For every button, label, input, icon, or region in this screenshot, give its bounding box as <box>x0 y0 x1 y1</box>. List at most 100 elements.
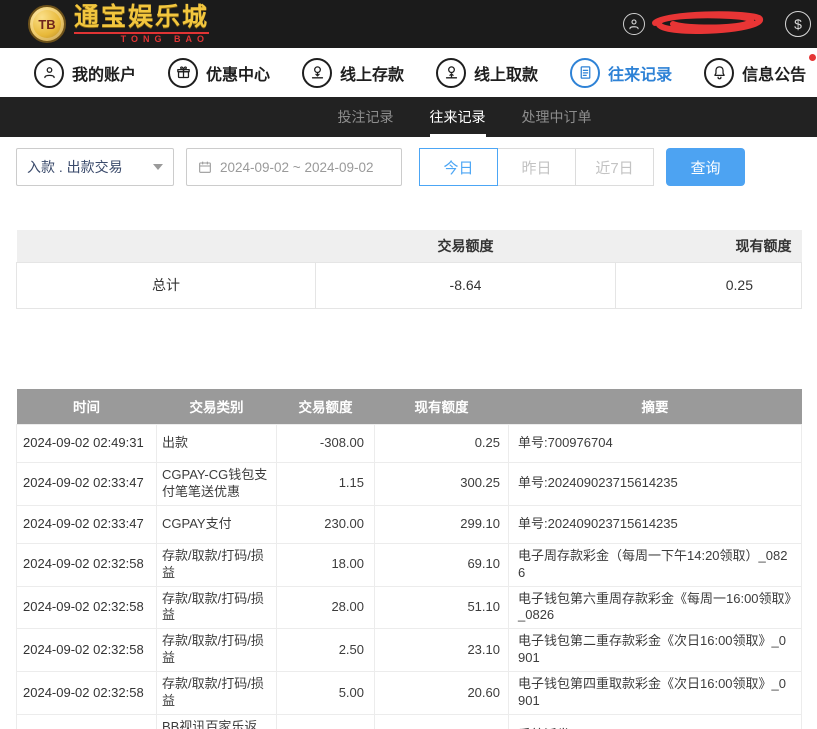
nav-item-announcements[interactable]: 信息公告 <box>704 58 806 88</box>
date-range-value: 2024-09-02 ~ 2024-09-02 <box>220 160 374 175</box>
cell-type: 存款/取款/打码/损益 <box>157 586 277 629</box>
nav-item-promotions[interactable]: 优惠中心 <box>168 58 270 88</box>
cell-summary: 电子钱包第二重存款彩金《次日16:00领取》_0901 <box>509 629 802 672</box>
records-icon <box>570 58 600 88</box>
cell-amount: -308.00 <box>277 425 375 463</box>
cell-amount: 2.50 <box>277 629 375 672</box>
sub-nav-tabs: 投注记录 往来记录 处理中订单 <box>338 97 592 137</box>
currency-dollar-icon[interactable]: $ <box>785 11 811 37</box>
table-row: 2024-09-02 02:32:58 存款/取款/打码/损益 18.00 69… <box>17 543 802 586</box>
cell-time: 2024-09-02 02:08:01 <box>17 714 157 729</box>
top-right-area: $ <box>623 9 811 40</box>
tab-betting-records[interactable]: 投注记录 <box>338 97 394 137</box>
cell-balance: 15.60 <box>375 714 509 729</box>
nav-item-label: 我的账户 <box>72 61 136 85</box>
table-row: 2024-09-02 02:32:58 存款/取款/打码/损益 5.00 20.… <box>17 672 802 715</box>
col-header-summary: 摘要 <box>509 389 802 425</box>
cell-balance: 300.25 <box>375 463 509 506</box>
main-nav: 我的账户 优惠中心 线上存款 线上取款 往来记录 <box>0 48 817 97</box>
cell-amount: 28.00 <box>277 586 375 629</box>
nav-item-withdraw[interactable]: 线上取款 <box>436 58 538 88</box>
cell-type: CGPAY支付 <box>157 505 277 543</box>
nav-item-label: 信息公告 <box>742 61 806 85</box>
nav-item-label: 优惠中心 <box>206 61 270 85</box>
gift-icon <box>168 58 198 88</box>
nav-item-label: 往来记录 <box>608 61 672 85</box>
transaction-type-select[interactable]: 入款 . 出款交易 <box>16 148 174 186</box>
cell-type: 出款 <box>157 425 277 463</box>
cell-amount: 230.00 <box>277 505 375 543</box>
currency-symbol: $ <box>794 16 802 32</box>
site-logo[interactable]: TB 通宝娱乐城 TONG BAO <box>28 5 209 44</box>
summary-header-row: 交易额度 现有额度 <box>17 230 802 262</box>
top-bar: TB 通宝娱乐城 TONG BAO $ <box>0 0 817 48</box>
cell-summary: 单号:700976704 <box>509 425 802 463</box>
cell-time: 2024-09-02 02:32:58 <box>17 672 157 715</box>
transaction-records-page: TB 通宝娱乐城 TONG BAO $ <box>0 0 817 729</box>
cell-summary: 系统派发_2024-09-01 <box>509 714 802 729</box>
logo-title: 通宝娱乐城 <box>74 5 209 30</box>
summary-table: 交易额度 现有额度 总计 -8.64 0.25 <box>16 230 802 309</box>
cell-type: 存款/取款/打码/损益 <box>157 629 277 672</box>
date-range-input[interactable]: 2024-09-02 ~ 2024-09-02 <box>186 148 402 186</box>
nav-item-records[interactable]: 往来记录 <box>570 58 672 88</box>
redacted-username-scribble <box>649 9 767 40</box>
search-button[interactable]: 查询 <box>666 148 745 186</box>
withdraw-icon <box>436 58 466 88</box>
table-row: 2024-09-02 02:33:47 CGPAY-CG钱包支付笔笔送优惠 1.… <box>17 463 802 506</box>
cell-summary: 单号:202409023715614235 <box>509 463 802 506</box>
quick-range-group: 今日 昨日 近7日 <box>419 148 654 186</box>
table-row: 2024-09-02 02:32:58 存款/取款/打码/损益 28.00 51… <box>17 586 802 629</box>
cell-balance: 20.60 <box>375 672 509 715</box>
bell-icon <box>704 58 734 88</box>
notification-badge <box>809 54 816 61</box>
summary-total-label: 总计 <box>17 262 316 308</box>
summary-total-amount: -8.64 <box>316 262 616 308</box>
tab-transaction-records[interactable]: 往来记录 <box>430 97 486 137</box>
nav-item-label: 线上取款 <box>474 61 538 85</box>
summary-header-empty <box>17 230 316 262</box>
nav-item-label: 线上存款 <box>340 61 404 85</box>
cell-balance: 299.10 <box>375 505 509 543</box>
cell-amount: 5.00 <box>277 672 375 715</box>
transactions-table: 时间 交易类别 交易额度 现有额度 摘要 2024-09-02 02:49:31… <box>16 389 802 729</box>
logo-subtitle: TONG BAO <box>74 32 209 44</box>
cell-summary: 单号:202409023715614235 <box>509 505 802 543</box>
nav-item-my-account[interactable]: 我的账户 <box>34 58 136 88</box>
cell-type: CGPAY-CG钱包支付笔笔送优惠 <box>157 463 277 506</box>
last7days-button[interactable]: 近7日 <box>575 148 654 186</box>
chevron-down-icon <box>153 164 163 170</box>
cell-balance: 51.10 <box>375 586 509 629</box>
summary-total-balance: 0.25 <box>616 262 802 308</box>
col-header-balance: 现有额度 <box>375 389 509 425</box>
table-row: 2024-09-02 02:49:31 出款 -308.00 0.25 单号:7… <box>17 425 802 463</box>
cell-time: 2024-09-02 02:49:31 <box>17 425 157 463</box>
cell-time: 2024-09-02 02:32:58 <box>17 586 157 629</box>
cell-time: 2024-09-02 02:33:47 <box>17 463 157 506</box>
col-header-time: 时间 <box>17 389 157 425</box>
yesterday-button[interactable]: 昨日 <box>497 148 576 186</box>
account-user-icon[interactable] <box>623 13 645 35</box>
cell-time: 2024-09-02 02:32:58 <box>17 543 157 586</box>
col-header-type: 交易类别 <box>157 389 277 425</box>
table-row: 2024-09-02 02:08:01 BB视讯百家乐返点 14.71 15.6… <box>17 714 802 729</box>
cell-summary: 电子周存款彩金（每周一下午14:20领取）_0826 <box>509 543 802 586</box>
cell-type: 存款/取款/打码/损益 <box>157 543 277 586</box>
cell-amount: 1.15 <box>277 463 375 506</box>
today-button[interactable]: 今日 <box>419 148 498 186</box>
tab-processing-orders[interactable]: 处理中订单 <box>522 97 592 137</box>
table-header-row: 时间 交易类别 交易额度 现有额度 摘要 <box>17 389 802 425</box>
cell-type: BB视讯百家乐返点 <box>157 714 277 729</box>
cell-summary: 电子钱包第四重取款彩金《次日16:00领取》_0901 <box>509 672 802 715</box>
summary-header-amount: 交易额度 <box>316 230 616 262</box>
calendar-icon <box>197 159 213 175</box>
sub-nav: 投注记录 往来记录 处理中订单 <box>0 97 817 137</box>
deposit-icon <box>302 58 332 88</box>
logo-text: 通宝娱乐城 TONG BAO <box>74 5 209 44</box>
nav-item-deposit[interactable]: 线上存款 <box>302 58 404 88</box>
summary-total-row: 总计 -8.64 0.25 <box>17 262 802 308</box>
cell-type: 存款/取款/打码/损益 <box>157 672 277 715</box>
cell-summary: 电子钱包第六重周存款彩金《每周一16:00领取》_0826 <box>509 586 802 629</box>
cell-time: 2024-09-02 02:33:47 <box>17 505 157 543</box>
logo-coin-text: TB <box>38 17 55 32</box>
